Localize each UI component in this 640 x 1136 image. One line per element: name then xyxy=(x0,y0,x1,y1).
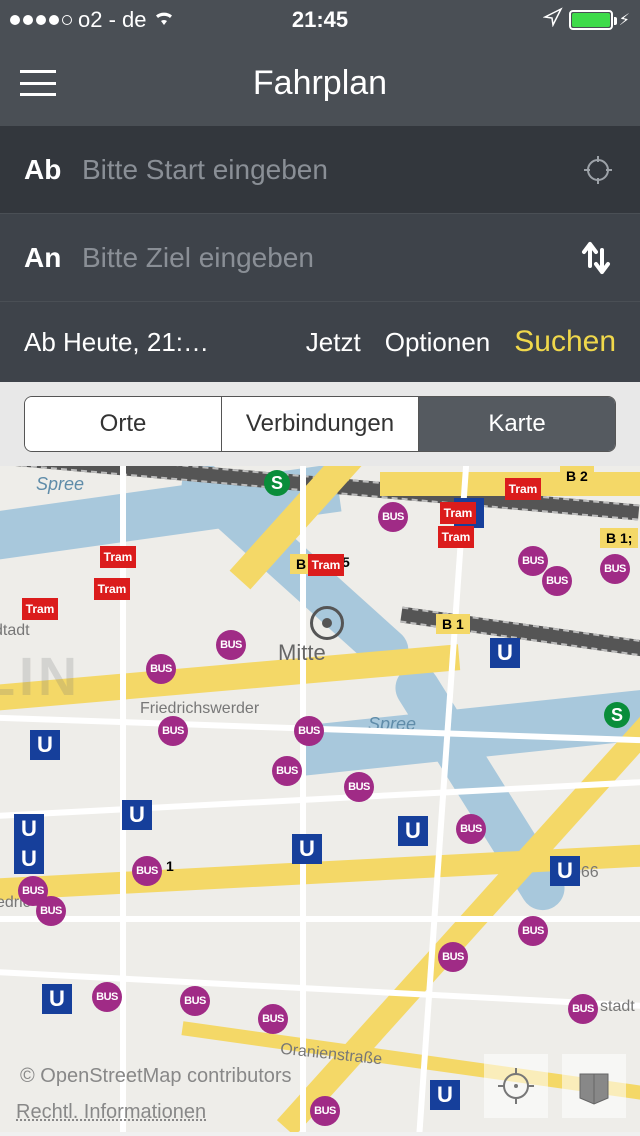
app-header: Fahrplan xyxy=(0,40,640,126)
tram-icon[interactable]: Tram xyxy=(505,478,541,500)
segmented-control: Orte Verbindungen Karte xyxy=(24,396,616,452)
sbahn-icon[interactable]: S xyxy=(264,470,290,496)
to-row: An xyxy=(0,214,640,302)
bus-icon[interactable]: BUS xyxy=(518,546,548,576)
now-button[interactable]: Jetzt xyxy=(306,327,361,358)
ubahn-icon[interactable]: U xyxy=(490,638,520,668)
tram-icon[interactable]: Tram xyxy=(22,598,58,620)
road-shield: B 1 xyxy=(436,614,470,634)
journey-search-form: Ab An Ab Heute, 21:… Jetzt Optionen Such… xyxy=(0,126,640,382)
battery-icon xyxy=(569,10,613,30)
tab-connections[interactable]: Verbindungen xyxy=(222,397,419,451)
bus-icon[interactable]: BUS xyxy=(600,554,630,584)
menu-button[interactable] xyxy=(20,70,56,96)
tram-icon[interactable]: Tram xyxy=(438,526,474,548)
map-center-crosshair-icon xyxy=(310,606,344,640)
departure-time-button[interactable]: Ab Heute, 21:… xyxy=(24,327,282,358)
bus-icon[interactable]: BUS xyxy=(344,772,374,802)
bus-icon[interactable]: BUS xyxy=(378,502,408,532)
segmented-wrap: Orte Verbindungen Karte xyxy=(0,382,640,466)
to-input[interactable] xyxy=(82,242,576,274)
from-label: Ab xyxy=(24,154,82,186)
ubahn-icon[interactable]: U xyxy=(122,800,152,830)
road-number: 1 xyxy=(166,858,174,874)
bus-icon[interactable]: BUS xyxy=(568,994,598,1024)
tab-places[interactable]: Orte xyxy=(25,397,222,451)
page-title: Fahrplan xyxy=(0,64,640,103)
bus-icon[interactable]: BUS xyxy=(258,1004,288,1034)
form-bottom-row: Ab Heute, 21:… Jetzt Optionen Suchen xyxy=(0,302,640,382)
bus-icon[interactable]: BUS xyxy=(132,856,162,886)
location-arrow-icon xyxy=(543,7,563,33)
tram-icon[interactable]: Tram xyxy=(308,554,344,576)
bus-icon[interactable]: BUS xyxy=(146,654,176,684)
options-button[interactable]: Optionen xyxy=(385,327,491,358)
bus-icon[interactable]: BUS xyxy=(180,986,210,1016)
river-label: Spree xyxy=(36,474,84,495)
sub-label: Friedrichswerder xyxy=(140,700,259,718)
to-label: An xyxy=(24,242,82,274)
road xyxy=(0,778,640,821)
bus-icon[interactable]: BUS xyxy=(216,630,246,660)
status-time: 21:45 xyxy=(217,7,424,33)
search-button[interactable]: Suchen xyxy=(514,325,616,359)
bus-icon[interactable]: BUS xyxy=(92,982,122,1012)
city-watermark: LIN xyxy=(0,646,81,708)
road-shield: B 1; xyxy=(600,528,638,548)
bus-icon[interactable]: BUS xyxy=(158,716,188,746)
tram-icon[interactable]: Tram xyxy=(440,502,476,524)
bus-icon[interactable]: BUS xyxy=(310,1096,340,1126)
ubahn-icon[interactable]: U xyxy=(14,844,44,874)
status-bar: o2 - de 21:45 ⚡︎ xyxy=(0,0,640,40)
swap-icon[interactable] xyxy=(576,240,616,276)
tab-map[interactable]: Karte xyxy=(419,397,615,451)
charging-icon: ⚡︎ xyxy=(619,10,630,30)
bus-icon[interactable]: BUS xyxy=(36,896,66,926)
wifi-icon xyxy=(153,7,175,33)
bus-icon[interactable]: BUS xyxy=(542,566,572,596)
bus-icon[interactable]: BUS xyxy=(438,942,468,972)
bus-icon[interactable]: BUS xyxy=(518,916,548,946)
recenter-button[interactable] xyxy=(484,1054,548,1118)
ubahn-icon[interactable]: U xyxy=(430,1080,460,1110)
sbahn-icon[interactable]: S xyxy=(604,702,630,728)
sub-label: dtadt xyxy=(0,622,30,640)
ubahn-icon[interactable]: U xyxy=(14,814,44,844)
ubahn-icon[interactable]: U xyxy=(30,730,60,760)
ubahn-icon[interactable]: U xyxy=(398,816,428,846)
ubahn-icon[interactable]: U xyxy=(42,984,72,1014)
from-input[interactable] xyxy=(82,154,580,186)
from-row: Ab xyxy=(0,126,640,214)
bus-icon[interactable]: BUS xyxy=(272,756,302,786)
map-view[interactable]: Spree Spree LIN Mitte Friedrichswerder d… xyxy=(0,466,640,1132)
tram-icon[interactable]: Tram xyxy=(94,578,130,600)
district-label: Mitte xyxy=(278,640,326,666)
road-shield: B 2 xyxy=(560,466,594,486)
ubahn-icon[interactable]: U xyxy=(550,856,580,886)
legal-link[interactable]: Rechtl. Informationen xyxy=(16,1101,206,1124)
map-layers-button[interactable] xyxy=(562,1054,626,1118)
sub-label: stadt xyxy=(600,998,635,1016)
bus-icon[interactable]: BUS xyxy=(294,716,324,746)
locate-icon[interactable] xyxy=(580,152,616,188)
ubahn-icon[interactable]: U xyxy=(292,834,322,864)
tram-icon[interactable]: Tram xyxy=(100,546,136,568)
map-controls xyxy=(484,1054,626,1118)
map-attribution: © OpenStreetMap contributors xyxy=(20,1065,292,1088)
carrier-label: o2 - de xyxy=(78,7,147,33)
signal-strength-icon xyxy=(10,15,72,25)
bus-icon[interactable]: BUS xyxy=(456,814,486,844)
